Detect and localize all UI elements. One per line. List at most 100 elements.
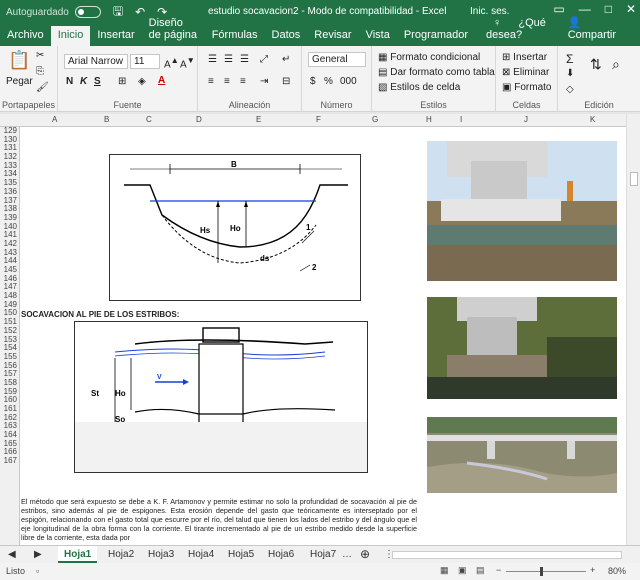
page-layout-icon[interactable]: ▣ (458, 565, 467, 576)
currency-icon[interactable]: $ (310, 76, 316, 87)
share-button[interactable]: 👤 Compartir (554, 13, 630, 46)
format-cells-button[interactable]: ▣ Formato (502, 82, 551, 93)
autosave-toggle[interactable] (74, 6, 101, 18)
grow-font-icon[interactable]: A▲ (164, 55, 179, 70)
sheet-scroll-left-icon[interactable]: ◀ (8, 546, 16, 563)
column-header-c[interactable]: C (146, 115, 152, 124)
zoom-level[interactable]: 80% (608, 566, 626, 576)
column-header-d[interactable]: D (196, 115, 202, 124)
insert-icon: ⊞ (502, 52, 514, 63)
column-header-b[interactable]: B (104, 115, 109, 124)
number-format-box[interactable]: General (308, 52, 366, 67)
align-center-icon[interactable]: ≡ (224, 76, 230, 87)
column-header-i[interactable]: I (460, 115, 462, 124)
cut-icon[interactable]: ✂ (36, 50, 44, 61)
wrap-text-icon[interactable]: ↵ (282, 54, 290, 65)
borders-icon[interactable]: ⊞ (118, 76, 126, 87)
zoom-slider-thumb[interactable] (540, 567, 543, 576)
sheet-tab-hoja1[interactable]: Hoja1 (58, 546, 98, 563)
font-name-box[interactable]: Arial Narrow (64, 54, 128, 69)
bold-button[interactable]: N (66, 76, 73, 87)
column-header-e[interactable]: E (256, 115, 261, 124)
tab-formulas[interactable]: Fórmulas (205, 26, 265, 46)
column-header-g[interactable]: G (372, 115, 378, 124)
delete-cells-button[interactable]: ⊠ Eliminar (502, 67, 549, 78)
thousands-icon[interactable]: 000 (340, 76, 357, 87)
zoom-out-icon[interactable]: − (496, 565, 501, 575)
merge-icon[interactable]: ⊟ (282, 76, 290, 87)
label-2: 2 (312, 263, 317, 272)
column-header-h[interactable]: H (426, 115, 432, 124)
autosum-icon[interactable]: Σ (566, 52, 573, 66)
table-format-button[interactable]: ▤ Dar formato como tabla (378, 67, 495, 78)
sheet-tab-hoja7[interactable]: Hoja7 (310, 546, 336, 563)
percent-icon[interactable]: % (324, 76, 333, 87)
horizontal-scrollbar[interactable] (392, 551, 622, 559)
font-size-box[interactable]: 11 (130, 54, 160, 69)
tab-insertar[interactable]: Insertar (90, 26, 141, 46)
find-select-icon[interactable]: ⌕ (612, 56, 620, 73)
vertical-scrollbar[interactable] (626, 114, 640, 545)
column-header-a[interactable]: A (52, 115, 57, 124)
align-top-icon[interactable]: ☰ (208, 54, 217, 65)
copy-icon[interactable]: ⎘ (36, 66, 44, 77)
column-headers: A B C D E F G H I J K (0, 114, 626, 127)
italic-button[interactable]: K (80, 76, 87, 87)
sheet-tab-hoja3[interactable]: Hoja3 (148, 546, 174, 563)
sheet-tab-hoja5[interactable]: Hoja5 (228, 546, 254, 563)
sheet-tab-hoja6[interactable]: Hoja6 (268, 546, 294, 563)
font-color-icon[interactable]: A (158, 75, 165, 86)
group-styles: ▦ Formato condicional ▤ Dar formato como… (372, 46, 496, 112)
align-bottom-icon[interactable]: ☰ (240, 54, 249, 65)
normal-view-icon[interactable]: ▦ (440, 565, 449, 576)
paste-icon[interactable]: 📋 (8, 50, 30, 71)
column-header-f[interactable]: F (316, 115, 321, 124)
underline-button[interactable]: S (94, 76, 101, 87)
tab-vista[interactable]: Vista (359, 26, 397, 46)
row-header[interactable]: 167 (0, 456, 19, 466)
more-sheets-icon[interactable]: … (342, 546, 352, 563)
clear-icon[interactable]: ◇ (566, 84, 574, 95)
sheet-scroll-right-icon[interactable]: ▶ (34, 546, 42, 563)
align-left-icon[interactable]: ≡ (208, 76, 214, 87)
label-v: V (157, 374, 162, 381)
vertical-scroll-thumb[interactable] (630, 172, 638, 186)
tab-revisar[interactable]: Revisar (307, 26, 358, 46)
column-header-j[interactable]: J (524, 115, 528, 124)
group-clipboard: 📋 Pegar ✂ ⎘ 🖌 Portapapeles (0, 46, 58, 112)
save-icon[interactable]: 🖫 (113, 2, 123, 23)
align-right-icon[interactable]: ≡ (240, 76, 246, 87)
format-painter-icon[interactable]: 🖌 (36, 82, 49, 93)
tab-inicio[interactable]: Inicio (50, 26, 91, 46)
orientation-icon[interactable]: ⤢ (260, 54, 268, 65)
tab-programador[interactable]: Programador (397, 26, 475, 46)
fill-color-icon[interactable]: ◈ (138, 76, 146, 87)
paste-button[interactable]: Pegar (6, 76, 33, 87)
macro-record-icon[interactable]: ▫ (36, 566, 39, 576)
photo-abutment-scour[interactable] (427, 297, 617, 399)
photo-river-bridge-aerial[interactable] (427, 417, 617, 493)
add-sheet-icon[interactable]: ⊕ (360, 546, 370, 563)
tab-diseno-pagina[interactable]: Diseño de página (142, 14, 205, 46)
sort-filter-icon[interactable]: ⇅ (590, 56, 602, 73)
cross-section-diagram[interactable]: B Hs Ho ds 1 2 (109, 154, 361, 301)
fill-icon[interactable]: ⬇ (566, 68, 574, 79)
sheet-tab-hoja2[interactable]: Hoja2 (108, 546, 134, 563)
tab-archivo[interactable]: Archivo (0, 26, 51, 46)
conditional-format-button[interactable]: ▦ Formato condicional (378, 52, 480, 63)
align-middle-icon[interactable]: ☰ (224, 54, 233, 65)
page-break-icon[interactable]: ▤ (476, 565, 485, 576)
indent-icon[interactable]: ⇥ (260, 76, 268, 87)
tell-me-box[interactable]: ♀ ¿Qué desea? (479, 14, 554, 46)
worksheet-grid[interactable]: B Hs Ho ds 1 2 SOCAVACION AL PIE DE LOS … (21, 127, 626, 545)
cell-styles-button[interactable]: ▧ Estilos de celda (378, 82, 460, 93)
sheet-tab-hoja4[interactable]: Hoja4 (188, 546, 214, 563)
zoom-in-icon[interactable]: + (590, 565, 595, 575)
abutment-diagram[interactable]: St Ho So V (74, 321, 368, 473)
zoom-slider[interactable] (506, 571, 586, 572)
shrink-font-icon[interactable]: A▼ (180, 55, 195, 70)
tab-datos[interactable]: Datos (265, 26, 308, 46)
photo-bridge-pier-erosion[interactable] (427, 141, 617, 281)
insert-cells-button[interactable]: ⊞ Insertar (502, 52, 547, 63)
column-header-k[interactable]: K (590, 115, 595, 124)
